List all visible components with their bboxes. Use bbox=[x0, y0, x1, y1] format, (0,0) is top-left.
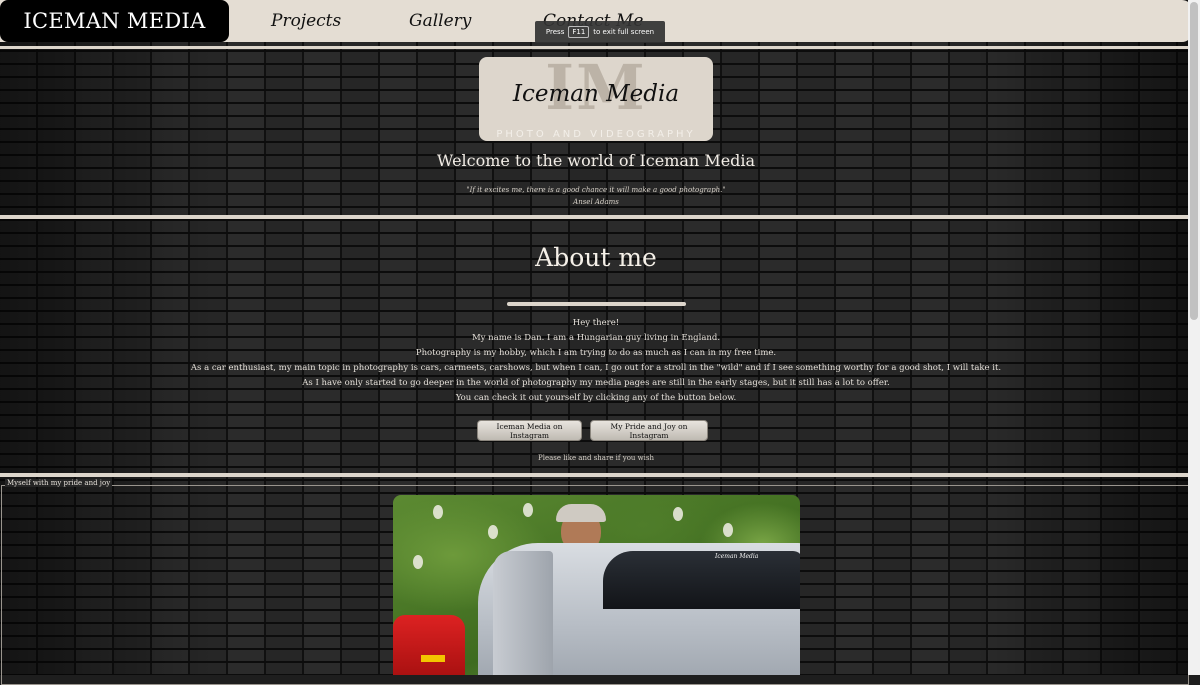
toast-key: F11 bbox=[568, 26, 590, 38]
pride-instagram-button[interactable]: My Pride and Joy on Instagram bbox=[590, 420, 708, 441]
section-divider bbox=[0, 215, 1192, 219]
about-line: You can check it out yourself by clickin… bbox=[455, 393, 737, 403]
nav-link-projects[interactable]: Projects bbox=[271, 0, 341, 42]
person-cap-shape bbox=[556, 504, 606, 522]
iceman-instagram-button[interactable]: Iceman Media on Instagram bbox=[477, 420, 582, 441]
about-text: Hey there! My name is Dan. I am a Hungar… bbox=[0, 316, 1192, 406]
car-windscreen-shape bbox=[603, 551, 800, 609]
open-car-door-shape bbox=[493, 551, 553, 675]
red-car-shape bbox=[393, 615, 465, 675]
section-divider bbox=[0, 46, 1192, 49]
about-line: Photography is my hobby, which I am tryi… bbox=[415, 348, 777, 358]
site-logo: IM Iceman Media PHOTO AND VIDEOGRAPHY bbox=[479, 57, 713, 141]
about-line: My name is Dan. I am a Hungarian guy liv… bbox=[471, 333, 721, 343]
brand-logo-link[interactable]: ICEMAN MEDIA bbox=[0, 0, 229, 42]
photo-legend: Myself with my pride and joy bbox=[5, 479, 113, 487]
about-line: As I have only started to go deeper in t… bbox=[302, 378, 890, 388]
fullscreen-exit-toast: Press F11 to exit full screen bbox=[535, 21, 665, 43]
toast-prefix: Press bbox=[545, 28, 565, 36]
number-plate-shape bbox=[421, 655, 445, 662]
share-note: Please like and share if you wish bbox=[538, 454, 654, 462]
windscreen-banner: Iceman Media bbox=[715, 553, 759, 560]
quote-text: "If it excites me, there is a good chanc… bbox=[466, 186, 726, 194]
scrollbar-thumb[interactable] bbox=[1190, 2, 1198, 320]
quote-block: "If it excites me, there is a good chanc… bbox=[0, 184, 1192, 208]
about-line: As a car enthusiast, my main topic in ph… bbox=[190, 363, 1002, 373]
section-divider bbox=[0, 473, 1192, 477]
logo-script-text: Iceman Media bbox=[512, 81, 680, 107]
quote-author: Ansel Adams bbox=[573, 198, 619, 206]
nav-link-gallery[interactable]: Gallery bbox=[409, 0, 471, 42]
logo-tagline: PHOTO AND VIDEOGRAPHY bbox=[496, 129, 696, 140]
about-underline bbox=[507, 302, 686, 306]
about-title: About me bbox=[535, 243, 657, 272]
welcome-heading: Welcome to the world of Iceman Media bbox=[436, 151, 756, 170]
page-scrollbar[interactable] bbox=[1188, 0, 1200, 675]
toast-suffix: to exit full screen bbox=[593, 28, 655, 36]
photo-with-car: Iceman Media bbox=[393, 495, 800, 675]
about-line: Hey there! bbox=[572, 318, 620, 328]
